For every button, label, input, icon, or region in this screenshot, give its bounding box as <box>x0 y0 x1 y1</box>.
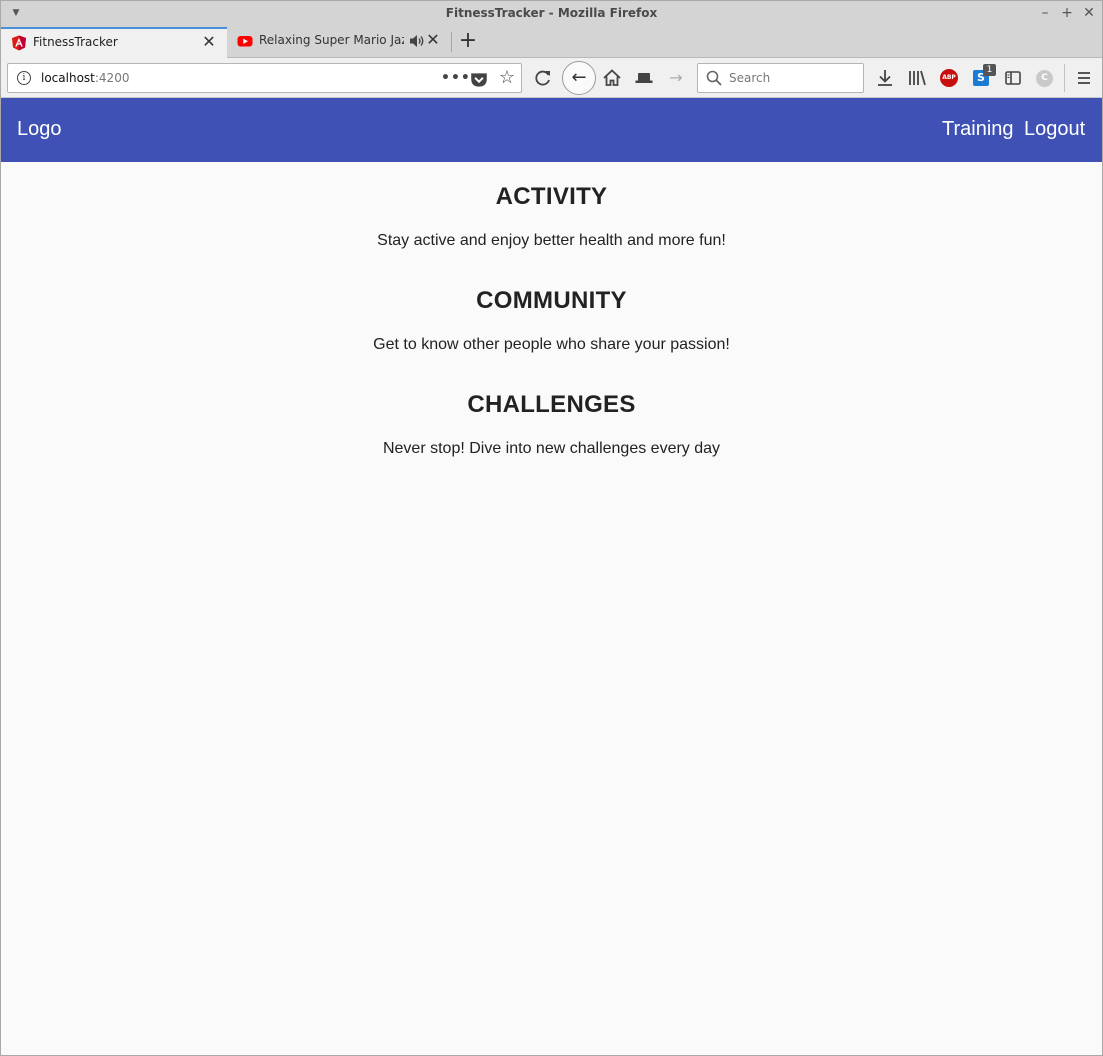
search-icon <box>706 70 722 86</box>
search-box[interactable]: Search <box>697 63 864 93</box>
section-challenges-text: Never stop! Dive into new challenges eve… <box>1 440 1102 458</box>
back-button[interactable]: ← <box>562 61 596 95</box>
tab-separator <box>451 32 452 52</box>
site-info-icon[interactable]: i <box>17 71 31 85</box>
library-icon[interactable] <box>906 67 928 89</box>
extension-c-icon[interactable]: C <box>1036 70 1053 87</box>
pocket-icon[interactable] <box>469 70 489 90</box>
section-heading: COMMUNITY <box>476 287 627 314</box>
url-text[interactable]: localhost:4200 <box>41 71 129 85</box>
reload-icon[interactable] <box>532 67 554 89</box>
window-titlebar: ▼ FitnessTracker - Mozilla Firefox – + ✕ <box>1 1 1102 27</box>
app-viewport: Logo Training Logout ACTIVITY Stay activ… <box>1 98 1102 1055</box>
section-heading: ACTIVITY <box>495 183 608 210</box>
url-port: :4200 <box>94 71 130 85</box>
navigation-toolbar: i localhost:4200 ••• ☆ ← → Search ABP S … <box>1 58 1102 98</box>
nav-training-link[interactable]: Training <box>942 118 1014 141</box>
section-heading: CHALLENGES <box>467 391 636 418</box>
angular-icon <box>12 35 26 51</box>
tab-title: FitnessTracker <box>33 35 118 49</box>
bookmark-star-icon[interactable]: ☆ <box>497 68 517 88</box>
section-challenges: CHALLENGES <box>1 391 1102 419</box>
tab-fitnesstracker[interactable]: FitnessTracker ✕ <box>1 27 227 58</box>
hamburger-menu-icon[interactable] <box>1073 67 1095 89</box>
section-community: COMMUNITY <box>1 287 1102 315</box>
download-icon[interactable] <box>874 67 896 89</box>
new-tab-icon[interactable]: + <box>457 30 479 52</box>
maximize-icon[interactable]: + <box>1058 4 1076 22</box>
close-window-icon[interactable]: ✕ <box>1080 4 1098 22</box>
window-title: FitnessTracker - Mozilla Firefox <box>445 6 658 20</box>
home-icon[interactable] <box>601 67 623 89</box>
sidebar-icon[interactable] <box>1002 67 1024 89</box>
tab-title: Relaxing Super Mario Jazz <box>259 33 404 47</box>
youtube-icon <box>237 36 253 47</box>
forward-icon[interactable]: → <box>665 67 687 89</box>
hat-icon[interactable] <box>633 67 655 89</box>
section-description: Stay active and enjoy better health and … <box>377 232 726 249</box>
adblock-plus-icon[interactable]: ABP <box>940 69 958 87</box>
url-host: localhost <box>41 71 95 85</box>
tab-strip: FitnessTracker ✕ Relaxing Super Mario Ja… <box>1 27 1102 58</box>
nav-logout-link[interactable]: Logout <box>1024 118 1085 141</box>
logo-link[interactable]: Logo <box>17 118 62 141</box>
close-tab-icon[interactable]: ✕ <box>424 31 442 49</box>
app-toolbar: Logo Training Logout <box>1 98 1102 162</box>
page-actions-icon[interactable]: ••• <box>441 68 470 88</box>
section-description: Get to know other people who share your … <box>373 336 730 353</box>
url-bar[interactable]: i localhost:4200 ••• ☆ <box>7 63 522 93</box>
browser-window: ▼ FitnessTracker - Mozilla Firefox – + ✕… <box>0 0 1103 1056</box>
close-tab-icon[interactable]: ✕ <box>200 33 218 51</box>
section-activity: ACTIVITY <box>1 183 1102 211</box>
tab-youtube[interactable]: Relaxing Super Mario Jazz ✕ <box>227 27 451 57</box>
extension-badge: 1 <box>983 64 996 76</box>
section-description: Never stop! Dive into new challenges eve… <box>382 440 721 457</box>
section-activity-text: Stay active and enjoy better health and … <box>1 232 1102 250</box>
toolbar-separator <box>1064 64 1065 92</box>
section-community-text: Get to know other people who share your … <box>1 336 1102 354</box>
minimize-icon[interactable]: – <box>1036 4 1054 22</box>
search-placeholder: Search <box>729 71 771 85</box>
